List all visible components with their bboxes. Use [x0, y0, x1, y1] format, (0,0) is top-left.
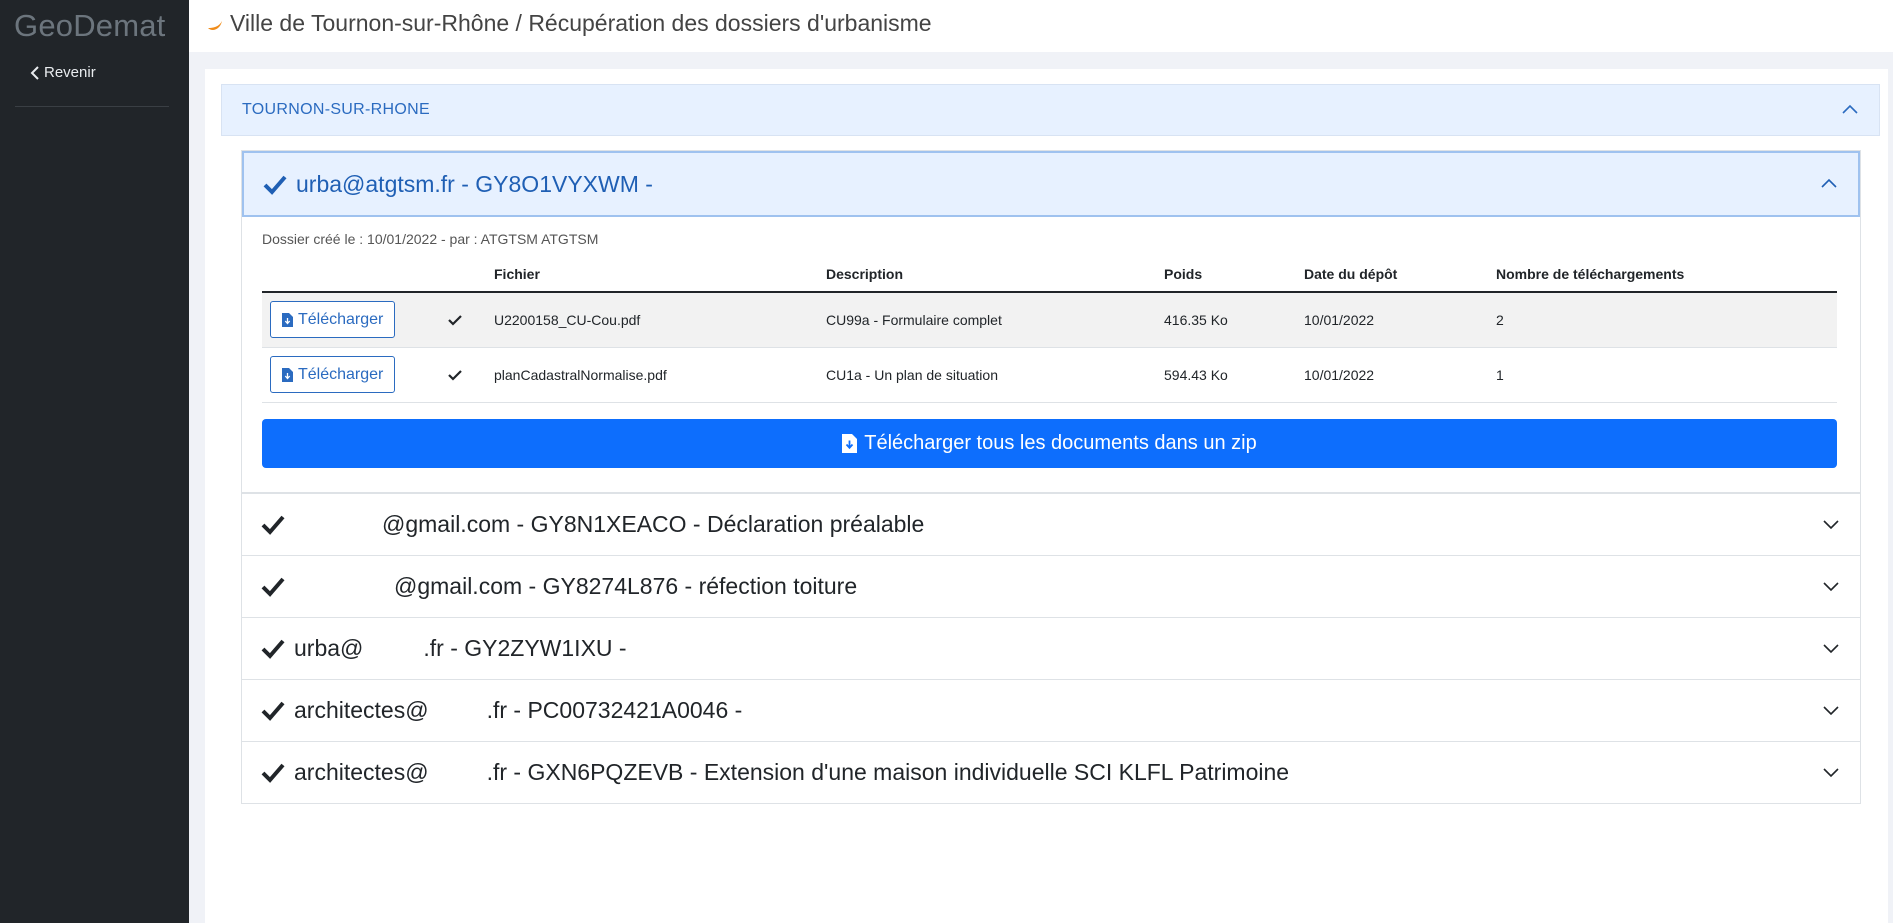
town-label: TOURNON-SUR-RHONE — [242, 101, 430, 118]
file-size: 416.35 Ko — [1164, 292, 1304, 348]
dossier-body: Dossier créé le : 10/01/2022 - par : ATG… — [242, 217, 1860, 493]
dossier-header-collapsed[interactable]: @gmail.com - GY8274L876 - réfection toit… — [242, 554, 1860, 617]
dossier-title-suffix: .fr - GY2ZYW1IXU - — [423, 634, 627, 661]
column-header-description: Description — [826, 266, 1164, 293]
table-cell: Télécharger — [262, 347, 448, 403]
chevron-down-icon — [1823, 582, 1839, 592]
dossier-title: @gmail.com - GY8N1XEACO - Déclaration pr… — [294, 511, 924, 538]
dossier-meta: Dossier créé le : 10/01/2022 - par : ATG… — [262, 231, 599, 247]
files-table: Fichier Description Poids Date du dépôt … — [262, 266, 1837, 403]
dossier-title: @gmail.com - GY8274L876 - réfection toit… — [294, 573, 857, 600]
file-name: planCadastralNormalise.pdf — [494, 347, 826, 403]
check-icon — [261, 639, 285, 659]
check-icon — [263, 175, 287, 195]
check-icon — [448, 314, 462, 326]
dossier-title: architectes@ .fr - GXN6PQZEVB - Extension… — [294, 759, 1289, 786]
table-header-row: Fichier Description Poids Date du dépôt … — [262, 266, 1837, 293]
table-row: Télécharger planCadastralNormalise.pdf C… — [262, 347, 1837, 403]
column-header-fichier: Fichier — [494, 266, 826, 293]
dossier-title-suffix: @gmail.com - GY8274L876 - réfection toit… — [394, 572, 858, 599]
table-row: Télécharger U2200158_CU-Cou.pdf CU99a - … — [262, 292, 1837, 348]
check-icon — [261, 515, 285, 535]
top-header: Ville de Tournon-sur-Rhône / Récupératio… — [189, 0, 1893, 52]
dossier-accordion: urba@atgtsm.fr - GY8O1VYXWM - Dossier cr… — [241, 150, 1861, 804]
dossier-title: architectes@ .fr - PC00732421A0046 - — [294, 697, 742, 724]
dossier-header-collapsed[interactable]: urba@ .fr - GY2ZYW1IXU - — [242, 616, 1860, 679]
file-date: 10/01/2022 — [1304, 292, 1496, 348]
column-header — [262, 266, 448, 293]
download-label: Télécharger — [298, 310, 384, 328]
file-description: CU99a - Formulaire complet — [826, 292, 1164, 348]
dossier-title-prefix: urba@ — [294, 634, 364, 661]
back-link[interactable]: Revenir — [30, 64, 96, 81]
page-title: Ville de Tournon-sur-Rhône / Récupératio… — [206, 10, 932, 37]
dossier-header-collapsed[interactable]: @gmail.com - GY8N1XEACO - Déclaration pr… — [242, 492, 1860, 555]
dossier-title-suffix: @gmail.com - GY8N1XEACO - Déclaration pr… — [382, 510, 925, 537]
file-description: CU1a - Un plan de situation — [826, 347, 1164, 403]
crescent-logo-icon — [208, 20, 222, 30]
file-download-icon — [842, 433, 858, 453]
download-file-button[interactable]: Télécharger — [270, 301, 396, 339]
file-download-icon — [282, 312, 293, 327]
column-header-downloads: Nombre de téléchargements — [1496, 266, 1837, 293]
chevron-left-icon — [30, 65, 39, 80]
file-name: U2200158_CU-Cou.pdf — [494, 292, 826, 348]
column-header — [448, 266, 494, 293]
column-header-date: Date du dépôt — [1304, 266, 1496, 293]
dossier-title-prefix: architectes@ — [294, 696, 429, 723]
download-file-button[interactable]: Télécharger — [270, 356, 396, 393]
dossier-title: urba@ .fr - GY2ZYW1IXU - — [294, 635, 627, 662]
table-cell — [448, 347, 494, 403]
column-header-poids: Poids — [1164, 266, 1304, 293]
check-icon — [261, 763, 285, 783]
dossier-title: urba@atgtsm.fr - GY8O1VYXWM - — [296, 170, 653, 197]
dossier-header-collapsed[interactable]: architectes@ .fr - GXN6PQZEVB - Extension… — [242, 740, 1860, 803]
sidebar: GeoDemat Revenir — [0, 0, 189, 923]
dossier-title-prefix: architectes@ — [294, 758, 429, 785]
chevron-up-icon — [1821, 178, 1837, 188]
file-download-count: 1 — [1496, 347, 1837, 403]
file-date: 10/01/2022 — [1304, 347, 1496, 403]
chevron-down-icon — [1823, 520, 1839, 530]
dossier-title-suffix: .fr - GXN6PQZEVB - Extension d'une maiso… — [486, 758, 1290, 785]
chevron-down-icon — [1823, 706, 1839, 716]
page-title-text: Ville de Tournon-sur-Rhône / Récupératio… — [230, 10, 932, 36]
town-accordion-header[interactable]: TOURNON-SUR-RHONE — [221, 84, 1880, 136]
file-download-icon — [282, 367, 293, 382]
check-icon — [261, 701, 285, 721]
dossier-title-suffix: .fr - PC00732421A0046 - — [486, 696, 743, 723]
chevron-up-icon — [1842, 104, 1858, 114]
file-download-count: 2 — [1496, 292, 1837, 348]
chevron-down-icon — [1823, 768, 1839, 778]
main-card: TOURNON-SUR-RHONE urba@atgtsm.fr - GY8O1… — [205, 69, 1888, 923]
check-icon — [448, 369, 462, 381]
table-cell: Télécharger — [262, 292, 448, 348]
brand-logo-text[interactable]: GeoDemat — [14, 8, 166, 44]
dossier-header-collapsed[interactable]: architectes@ .fr - PC00732421A0046 - — [242, 678, 1860, 741]
chevron-down-icon — [1823, 644, 1839, 654]
table-cell — [448, 292, 494, 348]
download-label: Télécharger — [298, 365, 384, 383]
dossier-header-open[interactable]: urba@atgtsm.fr - GY8O1VYXWM - — [242, 151, 1860, 217]
download-zip-button[interactable]: Télécharger tous les documents dans un z… — [262, 418, 1837, 468]
download-zip-label: Télécharger tous les documents dans un z… — [864, 431, 1257, 454]
file-size: 594.43 Ko — [1164, 347, 1304, 403]
sidebar-divider — [15, 106, 169, 107]
check-icon — [261, 577, 285, 597]
back-link-label: Revenir — [44, 64, 96, 81]
